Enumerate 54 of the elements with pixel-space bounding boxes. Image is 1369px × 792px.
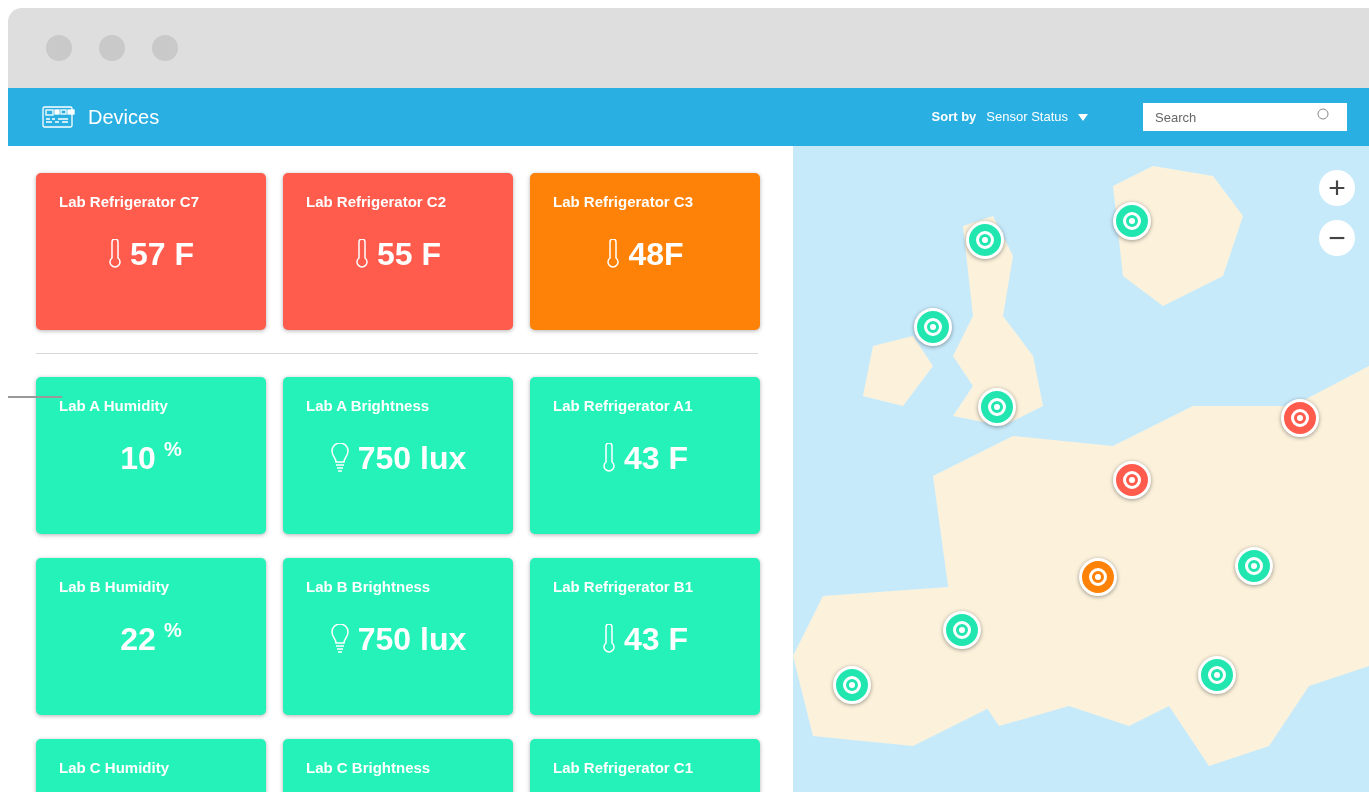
card-title: Lab A Humidity [59,396,169,416]
sensor-card[interactable]: Lab Refrigerator B1 43 F [530,558,760,715]
thermometer-icon [355,238,369,269]
card-title: Lab A Brightness [306,396,431,416]
sort-dropdown[interactable]: Sensor Status [986,107,1088,127]
light-bulb-icon [329,442,350,473]
zoom-in-button[interactable]: + [1319,170,1355,206]
sensor-card[interactable]: Lab Refrigerator C2 55 F [283,173,513,330]
card-title: Lab B Brightness [306,577,432,597]
device-board-icon [42,106,75,128]
sensor-value: 48F [628,237,684,270]
sensor-card[interactable]: Lab B Humidity 22 % [36,558,266,715]
map-pin[interactable] [914,308,952,346]
sensor-card[interactable]: Lab A Humidity 10 % [36,377,266,534]
sensor-value: 55 F [377,237,441,270]
sensor-value: 57 F [130,237,194,270]
sort-label: Sort by [931,108,977,127]
unit-label: % [163,436,182,462]
thermometer-icon [602,623,616,654]
zoom-out-button[interactable]: − [1319,220,1355,256]
card-title: Lab Refrigerator C2 [306,192,448,212]
sensor-card[interactable]: Lab Refrigerator C1 [530,739,760,792]
card-title: Lab Refrigerator A1 [553,396,694,416]
card-title: Lab C Brightness [306,758,432,778]
sensor-value: 750 lux [357,441,467,474]
sensor-value: 750 lux [357,622,467,655]
card-title: Lab Refrigerator C1 [553,758,695,778]
caret-icon [1078,113,1088,121]
card-title: Lab Refrigerator B1 [553,577,695,597]
unit-label: % [163,617,182,643]
search-field[interactable]: Search [1143,103,1347,131]
map[interactable]: + − [793,146,1369,792]
sensor-card[interactable]: Lab Refrigerator C7 57 F [36,173,266,330]
card-title: Lab C Humidity [59,758,170,778]
sensor-card[interactable]: Lab A Brightness 750 lux [283,377,513,534]
sensor-card[interactable]: Lab C Brightness [283,739,513,792]
page-title: Devices [88,105,160,130]
card-title: Lab B Humidity [59,577,170,597]
sensor-card[interactable]: Lab B Brightness 750 lux [283,558,513,715]
sensor-value: 43 F [624,441,688,474]
light-bulb-icon [329,623,350,654]
thermometer-icon [602,442,616,473]
sensor-value: 22 [120,622,156,655]
sensor-value: 43 F [624,622,688,655]
sensor-card[interactable]: Lab Refrigerator A1 43 F [530,377,760,534]
card-title: Lab Refrigerator C7 [59,192,201,212]
sensor-card[interactable]: Lab C Humidity [36,739,266,792]
sensor-value: 10 [120,441,156,474]
search-icon [1317,108,1329,120]
card-title: Lab Refrigerator C3 [553,192,695,212]
sensor-card[interactable]: Lab Refrigerator C3 48F [530,173,760,330]
leader-line [8,396,62,398]
thermometer-icon [108,238,122,269]
thermometer-icon [606,238,621,269]
